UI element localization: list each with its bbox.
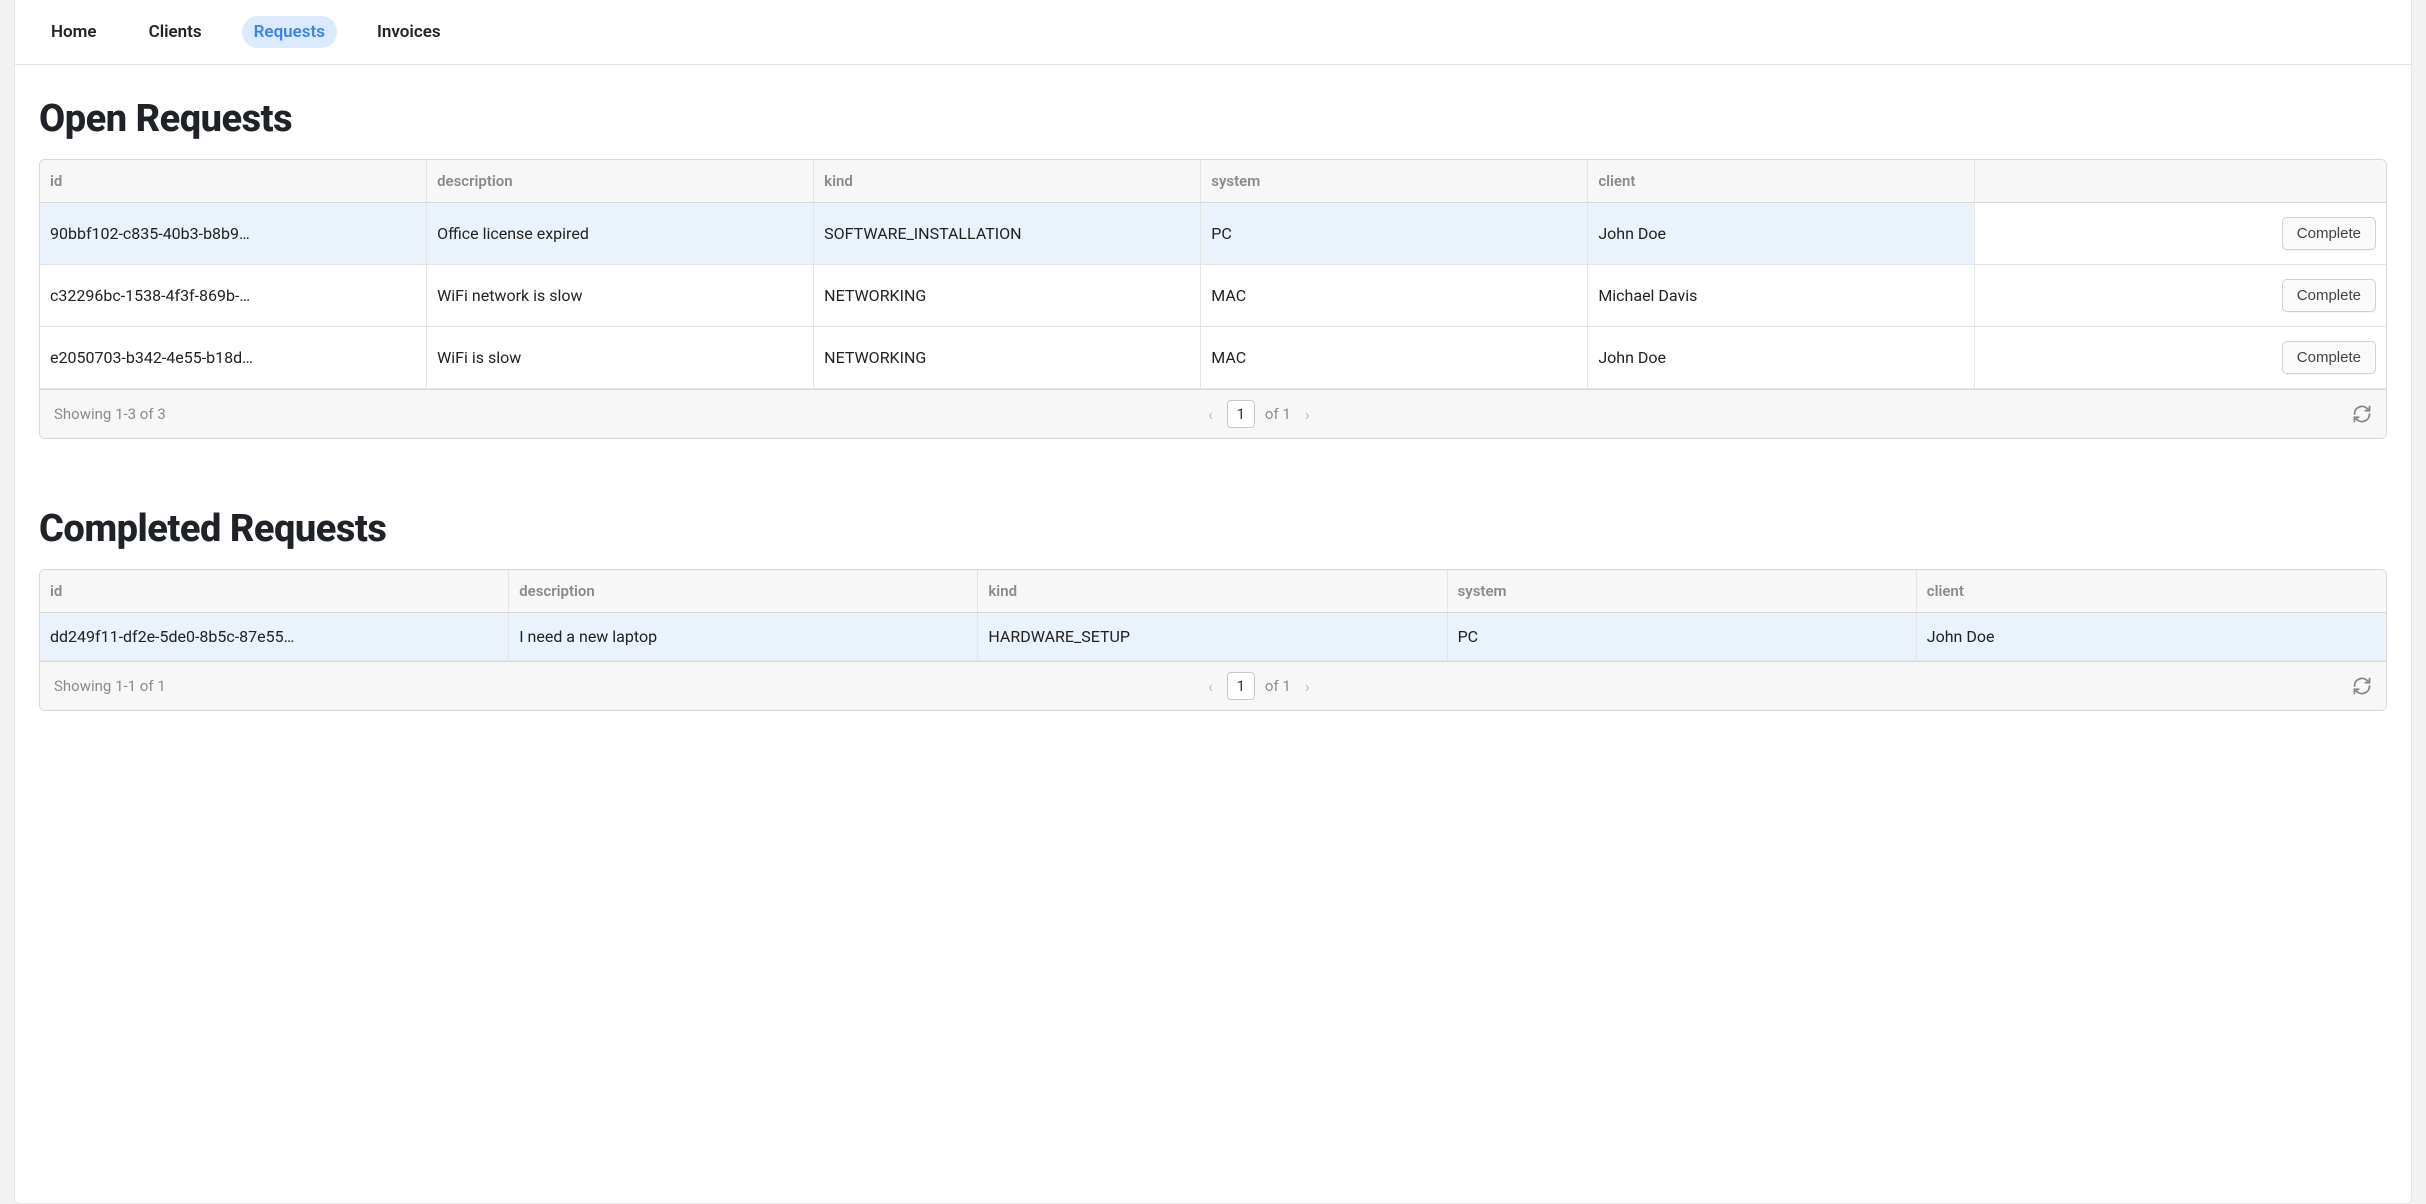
cell-kind: NETWORKING xyxy=(814,327,1201,388)
table-footer: Showing 1-1 of 1 ‹ 1 of 1 › xyxy=(40,661,2386,710)
cell-client: John Doe xyxy=(1588,327,1975,388)
col-header-description[interactable]: description xyxy=(509,570,978,612)
cell-system: MAC xyxy=(1201,327,1588,388)
cell-system: PC xyxy=(1448,613,1917,660)
col-header-id[interactable]: id xyxy=(40,570,509,612)
col-header-description[interactable]: description xyxy=(427,160,814,202)
pager: ‹ 1 of 1 › xyxy=(1204,672,1314,700)
content: Open Requests id description kind system… xyxy=(15,65,2411,751)
cell-action: Complete xyxy=(1975,327,2386,388)
page-number[interactable]: 1 xyxy=(1227,672,1255,700)
showing-text: Showing 1-1 of 1 xyxy=(54,677,166,695)
table-footer: Showing 1-3 of 3 ‹ 1 of 1 › xyxy=(40,389,2386,438)
cell-id: dd249f11-df2e-5de0-8b5c-87e55… xyxy=(40,613,509,660)
pager: ‹ 1 of 1 › xyxy=(1204,400,1314,428)
cell-client: John Doe xyxy=(1917,613,2386,660)
cell-client: Michael Davis xyxy=(1588,265,1975,326)
page-number[interactable]: 1 xyxy=(1227,400,1255,428)
cell-action: Complete xyxy=(1975,203,2386,264)
col-header-system[interactable]: system xyxy=(1448,570,1917,612)
nav-home[interactable]: Home xyxy=(39,16,109,48)
table-row[interactable]: 90bbf102-c835-40b3-b8b9… Office license … xyxy=(40,203,2386,265)
cell-kind: HARDWARE_SETUP xyxy=(978,613,1447,660)
cell-kind: NETWORKING xyxy=(814,265,1201,326)
refresh-button[interactable] xyxy=(2352,676,2372,696)
col-header-kind[interactable]: kind xyxy=(814,160,1201,202)
open-requests-title: Open Requests xyxy=(39,97,2387,141)
cell-description: I need a new laptop xyxy=(509,613,978,660)
cell-description: Office license expired xyxy=(427,203,814,264)
cell-description: WiFi is slow xyxy=(427,327,814,388)
completed-requests-table: id description kind system client dd249f… xyxy=(39,569,2387,711)
table-row[interactable]: dd249f11-df2e-5de0-8b5c-87e55… I need a … xyxy=(40,613,2386,661)
cell-kind: SOFTWARE_INSTALLATION xyxy=(814,203,1201,264)
cell-action: Complete xyxy=(1975,265,2386,326)
refresh-button[interactable] xyxy=(2352,404,2372,424)
cell-id: 90bbf102-c835-40b3-b8b9… xyxy=(40,203,427,264)
refresh-icon xyxy=(2352,676,2372,696)
showing-text: Showing 1-3 of 3 xyxy=(54,405,166,423)
cell-system: MAC xyxy=(1201,265,1588,326)
refresh-icon xyxy=(2352,404,2372,424)
complete-button[interactable]: Complete xyxy=(2282,341,2376,374)
completed-requests-title: Completed Requests xyxy=(39,507,2387,551)
nav-clients[interactable]: Clients xyxy=(137,16,214,48)
col-header-client[interactable]: client xyxy=(1917,570,2386,612)
of-pages-text: of 1 xyxy=(1265,405,1291,423)
cell-system: PC xyxy=(1201,203,1588,264)
col-header-client[interactable]: client xyxy=(1588,160,1975,202)
next-page-icon[interactable]: › xyxy=(1301,405,1314,424)
open-requests-table: id description kind system client 90bbf1… xyxy=(39,159,2387,439)
col-header-kind[interactable]: kind xyxy=(978,570,1447,612)
table-header: id description kind system client xyxy=(40,570,2386,613)
nav-requests[interactable]: Requests xyxy=(242,16,337,48)
page-container: Home Clients Requests Invoices Open Requ… xyxy=(14,0,2412,1204)
prev-page-icon[interactable]: ‹ xyxy=(1204,405,1217,424)
table-row[interactable]: c32296bc-1538-4f3f-869b-… WiFi network i… xyxy=(40,265,2386,327)
cell-description: WiFi network is slow xyxy=(427,265,814,326)
col-header-id[interactable]: id xyxy=(40,160,427,202)
of-pages-text: of 1 xyxy=(1265,677,1291,695)
cell-client: John Doe xyxy=(1588,203,1975,264)
table-header: id description kind system client xyxy=(40,160,2386,203)
col-header-system[interactable]: system xyxy=(1201,160,1588,202)
next-page-icon[interactable]: › xyxy=(1301,677,1314,696)
cell-id: c32296bc-1538-4f3f-869b-… xyxy=(40,265,427,326)
cell-id: e2050703-b342-4e55-b18d… xyxy=(40,327,427,388)
complete-button[interactable]: Complete xyxy=(2282,217,2376,250)
table-row[interactable]: e2050703-b342-4e55-b18d… WiFi is slow NE… xyxy=(40,327,2386,389)
prev-page-icon[interactable]: ‹ xyxy=(1204,677,1217,696)
nav-invoices[interactable]: Invoices xyxy=(365,16,453,48)
complete-button[interactable]: Complete xyxy=(2282,279,2376,312)
col-header-action xyxy=(1975,160,2386,202)
navbar: Home Clients Requests Invoices xyxy=(15,0,2411,65)
